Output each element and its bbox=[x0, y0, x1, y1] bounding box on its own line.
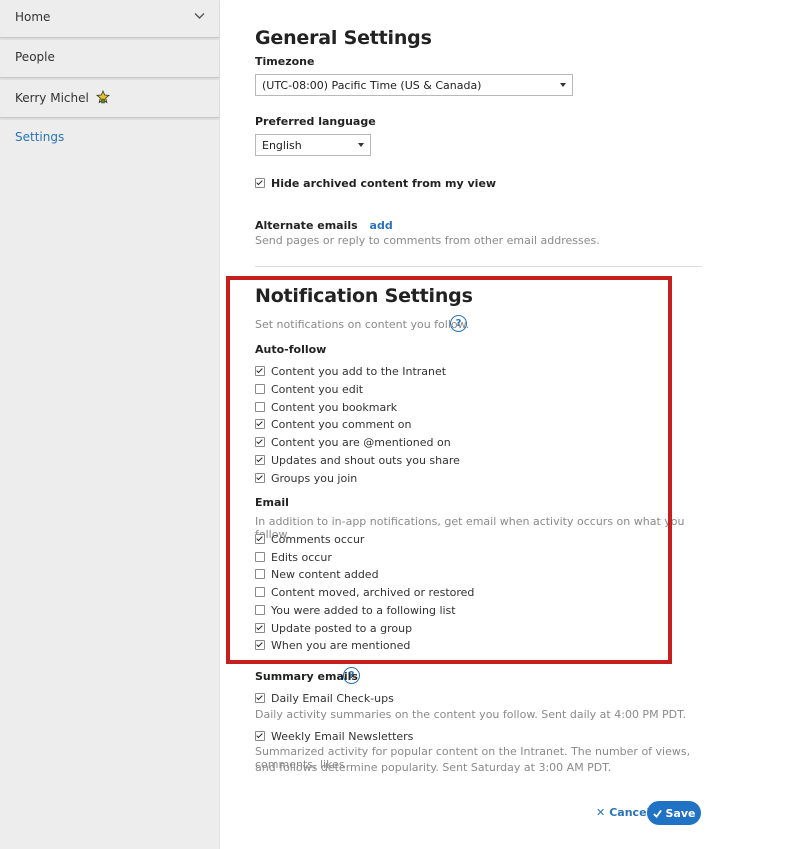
checkbox[interactable] bbox=[255, 473, 265, 483]
caret-down-icon bbox=[560, 83, 566, 87]
checkbox-label: Content moved, archived or restored bbox=[271, 585, 475, 599]
notification-settings-desc: Set notifications on content you follow. bbox=[255, 318, 470, 331]
sidebar-item-people[interactable]: People bbox=[0, 40, 219, 78]
checkbox-label: Comments occur bbox=[271, 532, 365, 546]
daily-email-desc: Daily activity summaries on the content … bbox=[255, 708, 687, 721]
checkbox-label: Daily Email Check-ups bbox=[271, 691, 394, 705]
checkbox[interactable] bbox=[255, 534, 265, 544]
email-label: Email bbox=[255, 496, 289, 509]
language-value: English bbox=[262, 139, 302, 152]
help-icon[interactable]: ? bbox=[343, 667, 360, 684]
sidebar-item-label: People bbox=[15, 50, 55, 64]
chevron-down-icon[interactable] bbox=[194, 12, 205, 20]
timezone-label: Timezone bbox=[255, 55, 315, 68]
add-alternate-email-link[interactable]: add bbox=[370, 219, 393, 232]
weekly-email-desc-line2: and follows determine popularity. Sent S… bbox=[255, 761, 612, 774]
checkbox[interactable] bbox=[255, 455, 265, 465]
autofollow-option[interactable]: Content you add to the Intranet bbox=[255, 363, 446, 379]
timezone-value: (UTC-08:00) Pacific Time (US & Canada) bbox=[262, 79, 482, 92]
sidebar-item-label: Home bbox=[15, 10, 51, 24]
email-option[interactable]: Content moved, archived or restored bbox=[255, 584, 474, 600]
autofollow-option[interactable]: Content you comment on bbox=[255, 416, 411, 432]
cancel-label: Cancel bbox=[609, 806, 651, 819]
timezone-select[interactable]: (UTC-08:00) Pacific Time (US & Canada) bbox=[255, 74, 573, 96]
help-icon[interactable]: ? bbox=[450, 315, 467, 332]
email-option[interactable]: When you are mentioned bbox=[255, 637, 410, 653]
sidebar-item-label: Settings bbox=[15, 130, 65, 144]
language-select[interactable]: English bbox=[255, 134, 371, 156]
checkbox[interactable] bbox=[255, 437, 265, 447]
checkbox[interactable] bbox=[255, 569, 265, 579]
checkbox-label: Content you bookmark bbox=[271, 400, 398, 414]
checkbox-label: Content you comment on bbox=[271, 417, 412, 431]
email-option[interactable]: Update posted to a group bbox=[255, 620, 412, 636]
checkbox-label: Updates and shout outs you share bbox=[271, 453, 460, 467]
notification-settings-title: Notification Settings bbox=[255, 285, 473, 307]
star-badge-icon bbox=[95, 90, 110, 104]
email-option[interactable]: Edits occur bbox=[255, 549, 332, 565]
alternate-emails-label: Alternate emails add bbox=[255, 219, 393, 232]
checkbox-label: When you are mentioned bbox=[271, 638, 411, 652]
autofollow-option[interactable]: Content you are @mentioned on bbox=[255, 434, 451, 450]
close-icon: ✕ bbox=[596, 806, 606, 819]
checkbox-label: Groups you join bbox=[271, 471, 358, 485]
checkbox-label: You were added to a following list bbox=[271, 603, 456, 617]
email-option[interactable]: You were added to a following list bbox=[255, 602, 456, 618]
checkbox-label: New content added bbox=[271, 567, 379, 581]
autofollow-option[interactable]: Content you edit bbox=[255, 381, 363, 397]
checkbox[interactable] bbox=[255, 384, 265, 394]
autofollow-option[interactable]: Updates and shout outs you share bbox=[255, 452, 460, 468]
autofollow-option[interactable]: Content you bookmark bbox=[255, 399, 397, 415]
daily-email-option[interactable]: Daily Email Check-ups bbox=[255, 690, 394, 706]
checkbox-label: Content you edit bbox=[271, 382, 364, 396]
checkbox[interactable] bbox=[255, 402, 265, 412]
autofollow-label: Auto-follow bbox=[255, 343, 327, 356]
weekly-email-option[interactable]: Weekly Email Newsletters bbox=[255, 728, 413, 744]
sidebar-item-profile[interactable]: Kerry Michel bbox=[0, 80, 219, 118]
alternate-emails-text: Alternate emails bbox=[255, 219, 358, 232]
checkbox-label: Content you are @mentioned on bbox=[271, 435, 451, 449]
caret-down-icon bbox=[358, 143, 364, 147]
language-label: Preferred language bbox=[255, 115, 376, 128]
checkbox[interactable] bbox=[255, 552, 265, 562]
email-option[interactable]: New content added bbox=[255, 566, 379, 582]
sidebar-item-label: Kerry Michel bbox=[15, 91, 89, 105]
checkbox[interactable] bbox=[255, 366, 265, 376]
checkbox[interactable] bbox=[255, 419, 265, 429]
hide-archived-label: Hide archived content from my view bbox=[271, 176, 497, 190]
hide-archived-checkbox[interactable] bbox=[255, 178, 265, 188]
checkbox-label: Edits occur bbox=[271, 550, 332, 564]
checkbox[interactable] bbox=[255, 693, 265, 703]
section-divider bbox=[255, 266, 702, 267]
checkbox[interactable] bbox=[255, 623, 265, 633]
save-button[interactable]: Save bbox=[647, 801, 701, 825]
checkbox[interactable] bbox=[255, 587, 265, 597]
checkbox[interactable] bbox=[255, 640, 265, 650]
sidebar-item-settings[interactable]: Settings bbox=[0, 120, 219, 158]
sidebar-item-home[interactable]: Home bbox=[0, 0, 219, 38]
checkbox-label: Update posted to a group bbox=[271, 621, 413, 635]
hide-archived-checkbox-row[interactable]: Hide archived content from my view bbox=[255, 175, 496, 191]
email-option[interactable]: Comments occur bbox=[255, 531, 364, 547]
general-settings-title: General Settings bbox=[255, 27, 432, 49]
checkmark-icon bbox=[652, 809, 662, 818]
save-label: Save bbox=[665, 806, 696, 820]
checkbox-label: Content you add to the Intranet bbox=[271, 364, 447, 378]
sidebar: Home People Kerry Michel Settings bbox=[0, 0, 220, 849]
alternate-emails-desc: Send pages or reply to comments from oth… bbox=[255, 234, 600, 247]
autofollow-option[interactable]: Groups you join bbox=[255, 470, 357, 486]
checkbox[interactable] bbox=[255, 605, 265, 615]
cancel-button[interactable]: ✕ Cancel bbox=[596, 806, 650, 819]
checkbox-label: Weekly Email Newsletters bbox=[271, 729, 414, 743]
checkbox[interactable] bbox=[255, 731, 265, 741]
